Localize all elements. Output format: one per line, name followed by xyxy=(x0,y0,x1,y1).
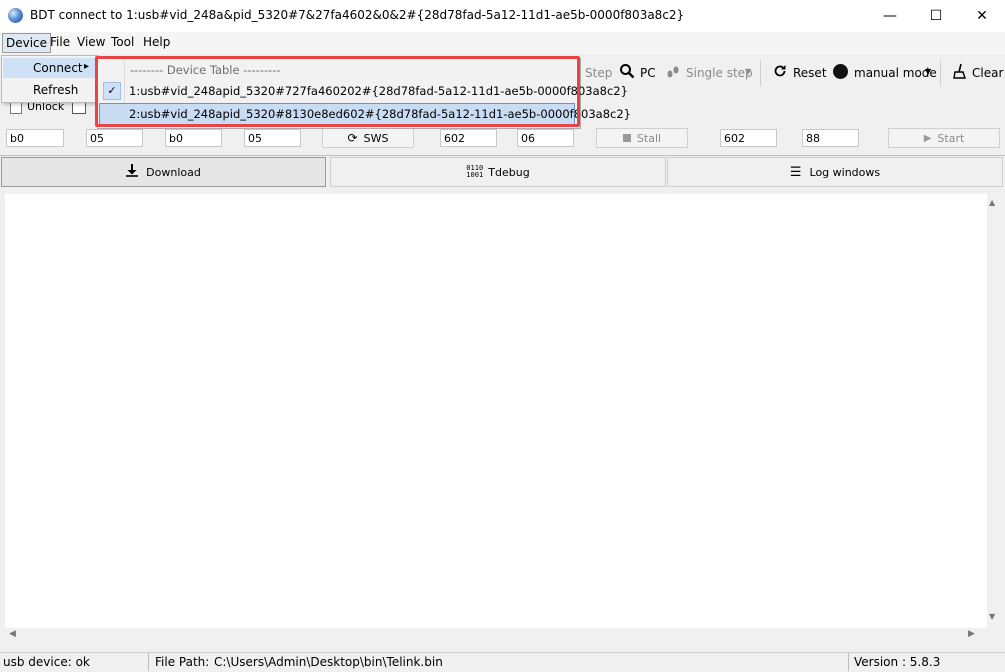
scroll-down-icon[interactable]: ▼ xyxy=(989,612,995,621)
menu-item-connect-label: Connect xyxy=(33,61,83,75)
single-step-dropdown-icon[interactable]: ▼ xyxy=(745,67,751,76)
field-4[interactable]: 05 xyxy=(244,129,301,147)
status-device: usb device: ok xyxy=(3,655,90,669)
vertical-scrollbar[interactable]: ▲ ▼ xyxy=(987,194,1000,628)
manual-mode-icon xyxy=(833,64,848,79)
scroll-up-icon[interactable]: ▲ xyxy=(989,198,995,207)
unlock-checkbox[interactable] xyxy=(10,102,22,114)
menu-device[interactable]: Device xyxy=(2,33,52,53)
start-label: Start xyxy=(937,131,965,145)
reset-icon xyxy=(773,64,787,81)
menu-help[interactable]: Help xyxy=(143,35,170,49)
tab-log-windows-label: Log windows xyxy=(809,165,881,179)
manual-mode-dropdown-icon[interactable]: ▼ xyxy=(925,67,931,76)
search-pc-icon xyxy=(619,63,635,82)
submenu-arrow-icon: ▸ xyxy=(84,61,90,72)
tabs-divider xyxy=(0,155,1005,156)
highlight-annotation-box xyxy=(95,56,580,127)
pc-button[interactable]: PC xyxy=(640,66,656,80)
menu-item-refresh[interactable]: Refresh xyxy=(33,83,78,97)
download-content-area[interactable] xyxy=(5,194,987,628)
tab-tdebug-label: Tdebug xyxy=(488,165,530,179)
status-version: Version : 5.8.3 xyxy=(854,655,941,669)
play-icon: ▶ xyxy=(923,132,932,144)
binary-icon: 0110 1001 xyxy=(466,164,484,179)
list-icon: ☰ xyxy=(789,164,802,180)
tab-log-windows[interactable]: ☰ Log windows xyxy=(667,157,1003,187)
menu-file[interactable]: File xyxy=(50,35,70,49)
status-divider xyxy=(848,653,849,671)
stall-label: Stall xyxy=(636,131,662,145)
footsteps-icon xyxy=(665,64,681,83)
stop-icon xyxy=(622,134,631,142)
status-file-path: C:\Users\Admin\Desktop\bin\Telink.bin xyxy=(214,655,443,669)
status-divider xyxy=(148,653,149,671)
toolbar-divider xyxy=(760,60,761,86)
clear-button[interactable]: Clear xyxy=(972,66,1003,80)
field-8[interactable]: 88 xyxy=(802,129,859,147)
field-2[interactable]: 05 xyxy=(86,129,143,147)
menu-view[interactable]: View xyxy=(77,35,105,49)
minimize-button[interactable]: — xyxy=(867,0,913,32)
step-button[interactable]: Step xyxy=(585,66,612,80)
field-5[interactable]: 602 xyxy=(440,129,497,147)
field-3[interactable]: b0 xyxy=(165,129,222,147)
window-title: BDT connect to 1:usb#vid_248a&pid_5320#7… xyxy=(30,8,685,22)
stall-button[interactable]: Stall xyxy=(596,128,688,148)
tab-download-label: Download xyxy=(146,165,201,179)
field-6[interactable]: 06 xyxy=(517,129,574,147)
toolbar-divider xyxy=(940,60,941,86)
app-globe-icon xyxy=(8,8,23,23)
sws-label: SWS xyxy=(363,131,389,145)
scroll-right-icon[interactable]: ▶ xyxy=(968,629,975,639)
single-step-button[interactable]: Single step xyxy=(686,66,753,80)
sws-button[interactable]: ⟳ SWS xyxy=(322,128,414,148)
start-button[interactable]: ▶ Start xyxy=(888,128,1000,148)
maximize-button[interactable]: ☐ xyxy=(913,0,959,32)
status-file-path-label: File Path: xyxy=(155,655,210,669)
broom-icon xyxy=(953,63,967,82)
menu-tool[interactable]: Tool xyxy=(111,35,134,49)
field-7[interactable]: 602 xyxy=(720,129,777,147)
tab-tdebug[interactable]: 0110 1001 Tdebug xyxy=(330,157,666,187)
scroll-left-icon[interactable]: ◀ xyxy=(9,629,16,639)
reset-button[interactable]: Reset xyxy=(793,66,827,80)
tab-download[interactable]: Download xyxy=(1,157,326,187)
download-icon xyxy=(126,164,139,180)
close-button[interactable]: ✕ xyxy=(959,0,1005,32)
horizontal-scrollbar[interactable]: ◀ ▶ xyxy=(5,628,987,642)
field-1[interactable]: b0 xyxy=(6,129,64,147)
refresh-icon: ⟳ xyxy=(347,131,358,145)
